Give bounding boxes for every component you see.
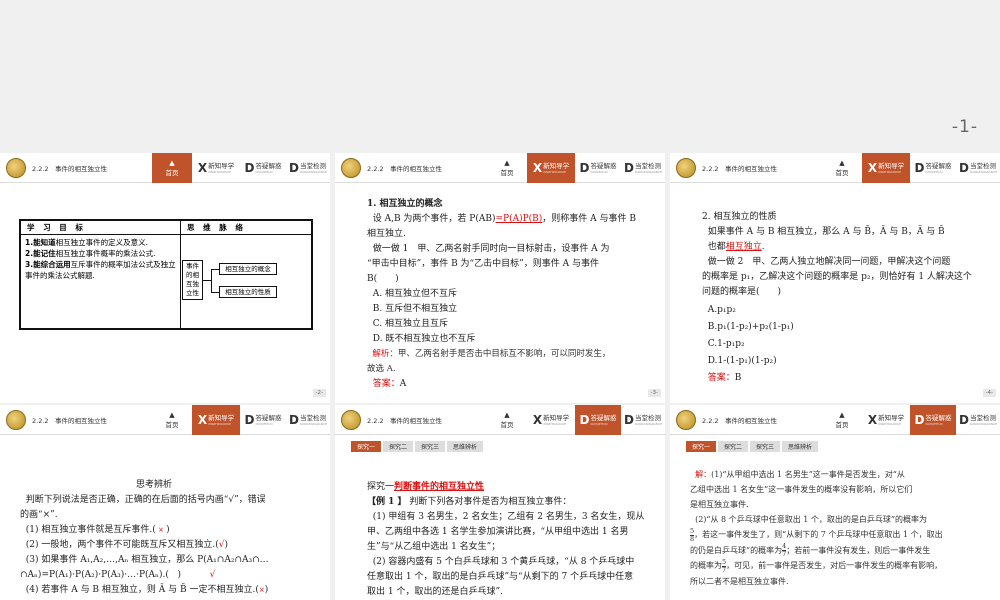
nav-home-button[interactable]: ▲ 首页 <box>822 153 862 183</box>
nav-dangtang-button[interactable]: D 当堂检测 DANGTANGJIANCE <box>286 153 330 183</box>
tab-explore-3[interactable]: 探究三 <box>750 441 781 452</box>
tab-explore-3[interactable]: 探究三 <box>415 441 446 452</box>
slide-body: 解：(1)“从甲组中选出 1 名男生”这一事件是否发生，对“从 乙组中选出 1 … <box>690 470 943 586</box>
home-icon: ▲ <box>839 159 845 167</box>
section-title: 2.2.2 事件的相互独立性 <box>702 165 778 173</box>
nav-dayi-button[interactable]: D 答疑解惑 DAYIJIEHUO <box>910 405 956 435</box>
nav-dayi-button[interactable]: D 答疑解惑 DAYIJIEHUO <box>575 153 621 183</box>
slide-header: 2.2.2 事件的相互独立性 ▲ 首页 X 新知导学 XINZHIDAOXUE D 答疑… <box>335 405 665 435</box>
nav-home-button[interactable]: ▲ 首页 <box>822 405 862 435</box>
slide-page-number: -4- <box>982 389 996 397</box>
col-header-mindmap: 思 维 脉 络 <box>187 223 246 232</box>
slide-body: 1. 相互独立的概念 设 A,B 为两个事件，若 P(AB)=P(A)P(B)，… <box>367 199 636 389</box>
school-logo-icon <box>6 158 26 178</box>
slide-header: 2.2.2 事件的相互独立性 ▲ 首页 X 新知导学 XINZHIDAOXUE D 答疑… <box>670 405 1000 435</box>
tab-explore-1[interactable]: 探究一 <box>351 441 382 452</box>
nav-dayi-button[interactable]: D 答疑解惑 DAYIJIEHUO <box>575 405 621 435</box>
nav-dangtang-button[interactable]: D 当堂检测 DANGTANGJIANCE <box>956 405 1000 435</box>
school-logo-icon <box>676 158 696 178</box>
nav-xinzhi-button[interactable]: X 新知导学 XINZHIDAOXUE <box>527 153 575 183</box>
slide-page-number: -3- <box>647 389 661 397</box>
nav-xinzhi-button[interactable]: X 新知导学 XINZHIDAOXUE <box>862 153 910 183</box>
col-header-goals: 学 习 目 标 <box>27 223 86 232</box>
nav-dangtang-button[interactable]: D 当堂检测 DANGTANGJIANCE <box>621 405 665 435</box>
tab-thinking[interactable]: 思维辨析 <box>447 441 484 452</box>
nav-dangtang-button[interactable]: D 当堂检测 DANGTANGJIANCE <box>621 153 665 183</box>
section-title: 2.2.2 事件的相互独立性 <box>32 417 108 425</box>
slide-body: 探究一判断事件的相互独立性 【例 1 】 判断下列各对事件是否为相互独立事件： … <box>367 482 645 597</box>
page-number: -1- <box>951 117 978 137</box>
slide-thumbnail-5[interactable]: 2.2.2 事件的相互独立性 ▲ 首页 X 新知导学 XINZHIDAOXUE D 答疑… <box>0 405 330 600</box>
tab-thinking[interactable]: 思维辨析 <box>782 441 819 452</box>
slide-thumbnail-2[interactable]: 2.2.2 事件的相互独立性 ▲ 首页 X 新知导学 XINZHIDAOXUE D 答疑… <box>0 153 330 403</box>
explore-tabs: 探究一 探究二 探究三 思维辨析 <box>351 441 484 452</box>
tab-explore-2[interactable]: 探究二 <box>718 441 749 452</box>
section-title: 2.2.2 事件的相互独立性 <box>367 417 443 425</box>
section-title: 2.2.2 事件的相互独立性 <box>367 165 443 173</box>
home-icon: ▲ <box>504 159 510 167</box>
nav-xinzhi-button[interactable]: X 新知导学 XINZHIDAOXUE <box>192 153 240 183</box>
school-logo-icon <box>676 410 696 430</box>
school-logo-icon <box>6 410 26 430</box>
slide-header: 2.2.2 事件的相互独立性 ▲ 首页 X 新知导学 XINZHIDAOXUE D 答疑… <box>0 405 330 435</box>
nav-dayi-button[interactable]: D 答疑解惑 DAYIJIEHUO <box>240 405 286 435</box>
slide-thumbnail-6[interactable]: 2.2.2 事件的相互独立性 ▲ 首页 X 新知导学 XINZHIDAOXUE D 答疑… <box>335 405 665 600</box>
home-icon: ▲ <box>169 411 175 419</box>
learning-goals: 1.能知道相互独立事件的定义及意义. 2.能记住相互独立事件概率的乘法公式. 3… <box>25 238 176 280</box>
mindmap-branch-property: 相互独立的性质 <box>219 286 277 298</box>
slide-thumbnail-3[interactable]: 2.2.2 事件的相互独立性 ▲ 首页 X 新知导学 XINZHIDAOXUE D 答疑… <box>335 153 665 403</box>
tab-explore-1[interactable]: 探究一 <box>686 441 717 452</box>
slide-header: 2.2.2 事件的相互独立性 ▲ 首页 X 新知导学 XINZHIDAOXUE D 答疑… <box>335 153 665 183</box>
nav-dayi-button[interactable]: D 答疑解惑 DAYIJIEHUO <box>240 153 286 183</box>
home-icon: ▲ <box>504 411 510 419</box>
nav-home-button[interactable]: ▲ 首页 <box>152 153 192 183</box>
nav-xinzhi-button[interactable]: X 新知导学 XINZHIDAOXUE <box>527 405 575 435</box>
slide-body: 2. 相互独立的性质 如果事件 A 与 B 相互独立，那么 A 与 B̄，Ā 与… <box>702 212 972 383</box>
school-logo-icon <box>341 158 361 178</box>
slide-header: 2.2.2 事件的相互独立性 ▲ 首页 X 新知导学 XINZHIDAOXUE D 答疑… <box>670 153 1000 183</box>
school-logo-icon <box>341 410 361 430</box>
nav-dayi-button[interactable]: D 答疑解惑 DAYIJIEHUO <box>910 153 956 183</box>
nav-home-button[interactable]: ▲ 首页 <box>487 405 527 435</box>
slide-body: 思考辨析 判断下列说法是否正确，正确的在后面的括号内画“√”，错误 的画“×”.… <box>20 480 269 595</box>
nav-xinzhi-button[interactable]: X 新知导学 XINZHIDAOXUE <box>192 405 240 435</box>
home-icon: ▲ <box>839 411 845 419</box>
nav-dangtang-button[interactable]: D 当堂检测 DANGTANGJIANCE <box>286 405 330 435</box>
nav-dangtang-button[interactable]: D 当堂检测 DANGTANGJIANCE <box>956 153 1000 183</box>
presentation-blank-area: -1- <box>0 0 1000 150</box>
home-icon: ▲ <box>169 159 175 167</box>
mindmap-root: 事件的相互独立性 <box>182 260 203 300</box>
nav-home-button[interactable]: ▲ 首页 <box>152 405 192 435</box>
nav-home-button[interactable]: ▲ 首页 <box>487 153 527 183</box>
slide-page-number: -2- <box>312 389 326 397</box>
slide-header: 2.2.2 事件的相互独立性 ▲ 首页 X 新知导学 XINZHIDAOXUE D 答疑… <box>0 153 330 183</box>
slide-thumbnail-4[interactable]: 2.2.2 事件的相互独立性 ▲ 首页 X 新知导学 XINZHIDAOXUE D 答疑… <box>670 153 1000 403</box>
mindmap-branch-concept: 相互独立的概念 <box>219 263 277 275</box>
slide-thumbnail-7[interactable]: 2.2.2 事件的相互独立性 ▲ 首页 X 新知导学 XINZHIDAOXUE D 答疑… <box>670 405 1000 600</box>
tab-explore-2[interactable]: 探究二 <box>383 441 414 452</box>
section-title: 2.2.2 事件的相互独立性 <box>702 417 778 425</box>
section-title: 2.2.2 事件的相互独立性 <box>32 165 108 173</box>
explore-tabs: 探究一 探究二 探究三 思维辨析 <box>686 441 819 452</box>
nav-xinzhi-button[interactable]: X 新知导学 XINZHIDAOXUE <box>862 405 910 435</box>
